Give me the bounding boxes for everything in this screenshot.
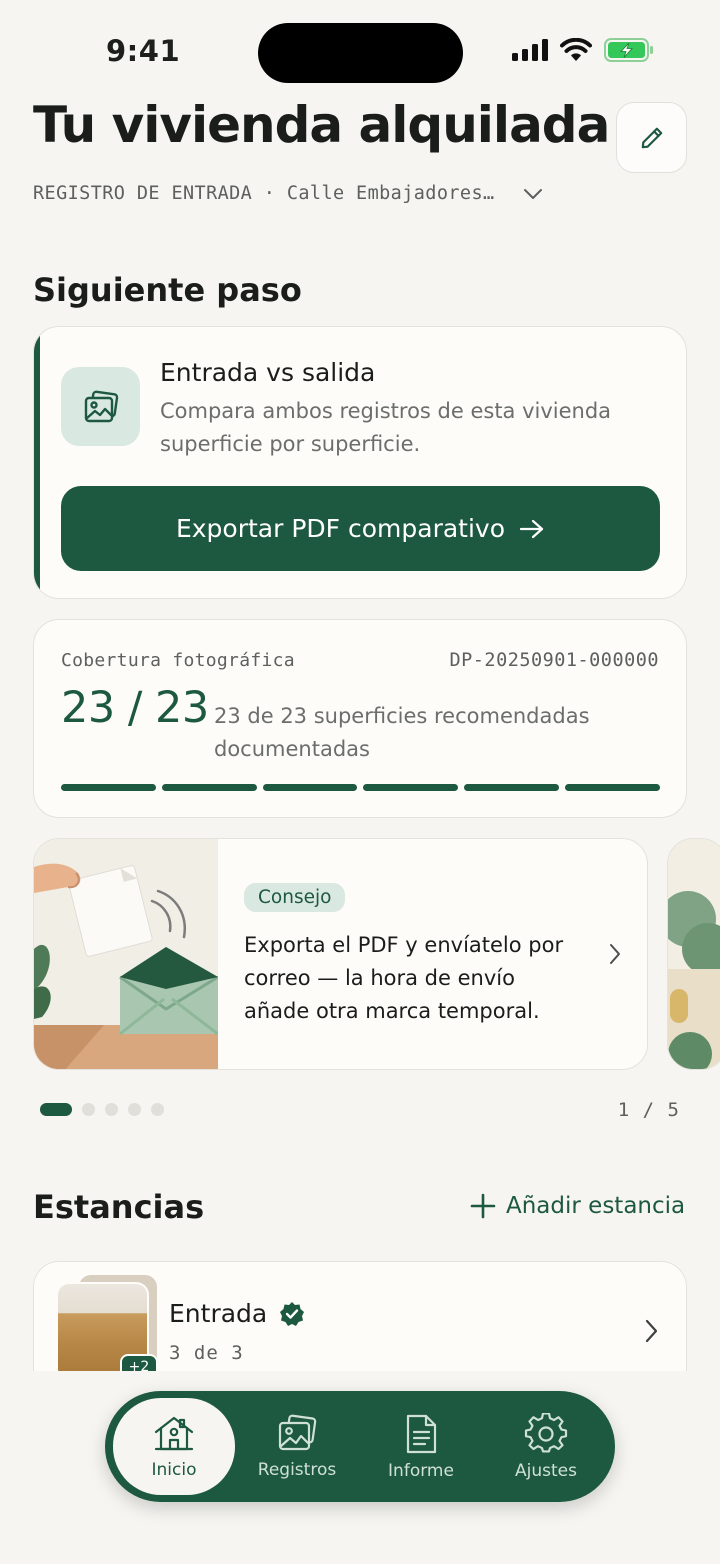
gear-icon <box>524 1412 568 1452</box>
photo-coverage-card: Cobertura fotográfica DP-20250901-000000… <box>33 619 687 818</box>
export-pdf-button[interactable]: Exportar PDF comparativo <box>61 486 660 571</box>
next-step-section-title: Siguiente paso <box>33 271 302 309</box>
coverage-segment <box>565 784 660 791</box>
coverage-segment <box>61 784 156 791</box>
registration-code: DP-20250901-000000 <box>449 650 659 671</box>
status-icons <box>512 38 654 62</box>
room-name: Entrada <box>169 1299 268 1328</box>
pencil-icon <box>641 127 662 148</box>
plus-icon <box>470 1193 496 1219</box>
tab-label: Ajustes <box>515 1460 577 1481</box>
coverage-label: Cobertura fotográfica <box>61 650 295 671</box>
status-time: 9:41 <box>106 34 181 68</box>
rooms-section-title: Estancias <box>33 1188 205 1226</box>
document-icon <box>406 1414 437 1453</box>
next-step-card: Entrada vs salida Compara ambos registro… <box>33 326 687 599</box>
next-step-title: Entrada vs salida <box>160 358 376 387</box>
coverage-segment <box>161 784 257 791</box>
property-subline: REGISTRO DE ENTRADA · Calle Embajadores… <box>33 183 495 204</box>
page-title: Tu vivienda alquilada <box>33 96 610 154</box>
carousel-dot[interactable] <box>151 1103 164 1116</box>
carousel-page-indicator: 1 / 5 <box>617 1099 680 1121</box>
add-room-label: Añadir estancia <box>506 1193 686 1219</box>
next-tip-card-peek[interactable] <box>667 838 720 1070</box>
coverage-description: 23 de 23 superficies recomendadas docume… <box>214 704 590 761</box>
home-icon <box>154 1416 194 1450</box>
coverage-progress <box>61 784 660 791</box>
coverage-segment <box>464 784 560 791</box>
tip-card[interactable]: Consejo Exporta el PDF y envíatelo por c… <box>33 838 648 1070</box>
photos-icon <box>61 367 140 446</box>
room-progress: 3 de 3 <box>169 1342 244 1364</box>
chevron-right-icon <box>645 1319 658 1347</box>
tab-informe[interactable]: Informe <box>360 1398 482 1495</box>
export-pdf-button-label: Exportar PDF comparativo <box>175 514 506 543</box>
tab-inicio[interactable]: Inicio <box>113 1398 235 1495</box>
tab-label: Inicio <box>151 1459 197 1480</box>
wifi-icon <box>560 38 592 61</box>
tip-badge: Consejo <box>244 883 346 912</box>
next-step-description: Compara ambos registros de esta vivienda… <box>160 399 612 456</box>
edit-button[interactable] <box>616 102 687 173</box>
carousel-dot[interactable] <box>105 1103 118 1116</box>
carousel-dot[interactable] <box>82 1103 95 1116</box>
tab-ajustes[interactable]: Ajustes <box>485 1398 607 1495</box>
card-accent-bar <box>34 327 40 598</box>
battery-charging-icon <box>604 38 653 62</box>
property-selector[interactable]: REGISTRO DE ENTRADA · Calle Embajadores… <box>33 183 543 204</box>
photos-icon <box>278 1414 317 1450</box>
coverage-count: 23 / 23 <box>61 683 209 733</box>
carousel-dots[interactable] <box>40 1103 164 1116</box>
envelope-illustration <box>34 839 218 1069</box>
verified-badge-icon <box>280 1301 305 1326</box>
tab-label: Registros <box>257 1459 337 1480</box>
tab-label: Informe <box>388 1460 454 1481</box>
tab-bar: Inicio Registros Informe Ajustes <box>105 1391 615 1502</box>
carousel-dot[interactable] <box>128 1103 141 1116</box>
cellular-signal-icon <box>512 39 548 61</box>
coverage-segment <box>262 784 358 791</box>
carousel-dot[interactable] <box>40 1103 72 1116</box>
coverage-segment <box>363 784 459 791</box>
room-name-row: Entrada <box>169 1299 305 1328</box>
tip-text: Exporta el PDF y envíatelo por correo — … <box>244 933 564 1023</box>
arrow-right-icon <box>519 519 544 538</box>
add-room-button[interactable]: Añadir estancia <box>470 1193 685 1219</box>
dynamic-island <box>258 23 463 83</box>
tab-registros[interactable]: Registros <box>236 1398 358 1495</box>
chevron-right-icon <box>609 943 621 969</box>
chevron-down-icon <box>523 188 543 200</box>
